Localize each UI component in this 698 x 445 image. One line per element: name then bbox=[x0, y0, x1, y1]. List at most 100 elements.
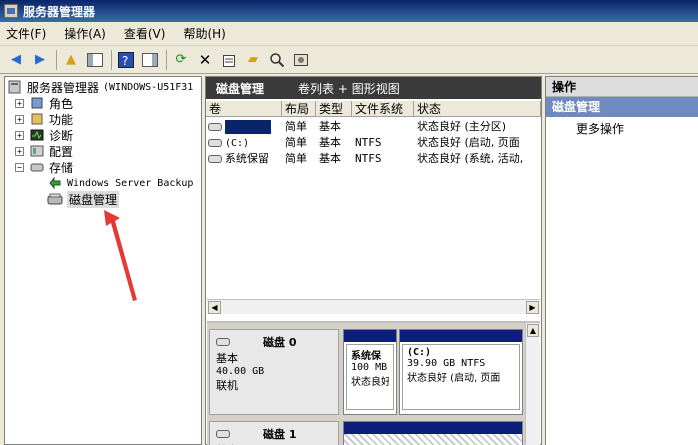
actions-header: 操作 bbox=[546, 77, 698, 97]
tree-label-server-manager: 服务器管理器 bbox=[27, 80, 100, 95]
partition-bar bbox=[344, 422, 522, 434]
partition-bar bbox=[344, 330, 396, 342]
partition-size: 100 MB bbox=[351, 362, 388, 373]
tree-item-server-manager[interactable]: 服务器管理器 (WINDOWS-U51F31 bbox=[7, 79, 193, 95]
volume-cell[interactable] bbox=[208, 119, 280, 135]
show-hide-action-pane-icon[interactable] bbox=[140, 50, 160, 70]
server-manager-icon bbox=[4, 4, 18, 18]
column-header-volume[interactable]: 卷 bbox=[206, 101, 282, 117]
tree-label-features: 功能 bbox=[49, 112, 74, 127]
menu-help[interactable]: 帮助(H) bbox=[183, 25, 225, 42]
type-cell: 基本 bbox=[319, 152, 341, 165]
volume-cell[interactable]: 系统保留 bbox=[208, 151, 283, 167]
tree-item-disk-management[interactable]: 磁盘管理 bbox=[47, 190, 120, 208]
scroll-up-icon[interactable]: ▲ bbox=[527, 324, 539, 337]
search-icon[interactable] bbox=[267, 50, 287, 70]
filesystem-cell: NTFS bbox=[355, 152, 382, 165]
menu-view[interactable]: 查看(V) bbox=[124, 25, 166, 42]
expand-icon[interactable]: + bbox=[15, 146, 24, 156]
disk-management-icon bbox=[47, 192, 63, 206]
disk-settings-icon[interactable] bbox=[291, 50, 311, 70]
forward-icon[interactable]: ▶ bbox=[30, 50, 50, 70]
disk-icon bbox=[216, 430, 230, 438]
show-hide-tree-icon[interactable] bbox=[85, 50, 105, 70]
filesystem-cell bbox=[355, 119, 413, 135]
volume-name-selected[interactable] bbox=[225, 120, 271, 134]
column-header-status[interactable]: 状态 bbox=[414, 101, 541, 117]
type-cell: 基本 bbox=[319, 120, 341, 133]
layout-cell: 简单 bbox=[285, 120, 307, 133]
volume-name: 系统保留 bbox=[225, 152, 269, 165]
partition-system-reserved[interactable]: 系统保 100 MB 状态良好 bbox=[343, 329, 397, 415]
scroll-left-icon[interactable]: ◀ bbox=[208, 301, 221, 314]
tree-label-storage: 存储 bbox=[49, 160, 74, 175]
configuration-icon bbox=[29, 144, 45, 158]
volume-icon bbox=[208, 139, 222, 147]
partition-size: 39.90 GB NTFS bbox=[407, 358, 486, 369]
more-actions-link[interactable]: 更多操作 bbox=[546, 117, 698, 141]
server-icon bbox=[7, 80, 23, 94]
volume-icon bbox=[208, 123, 222, 131]
back-icon[interactable]: ◀ bbox=[6, 50, 26, 70]
up-folder-icon[interactable]: ▲ bbox=[61, 50, 81, 70]
partition-name: (C:) bbox=[407, 347, 432, 358]
title-bar: 服务器管理器 bbox=[0, 0, 698, 22]
refresh-icon[interactable]: ⟳ bbox=[171, 50, 191, 70]
layout-cell: 简单 bbox=[285, 136, 307, 149]
delete-icon[interactable]: ✕ bbox=[195, 50, 215, 70]
unallocated-hatch bbox=[344, 434, 522, 445]
tree-label-disk-management: 磁盘管理 bbox=[67, 190, 120, 208]
disk-0-label[interactable]: 磁盘 0 基本 40.00 GB 联机 bbox=[209, 329, 339, 415]
expand-icon[interactable]: + bbox=[15, 130, 24, 140]
tree-item-configuration[interactable]: + 配置 bbox=[15, 143, 73, 159]
tree-item-diagnostics[interactable]: + 诊断 bbox=[15, 127, 73, 143]
menu-bar: 文件(F) 操作(A) 查看(V) 帮助(H) bbox=[0, 22, 698, 46]
partition-bar bbox=[400, 330, 522, 342]
partition-disk-1[interactable] bbox=[343, 421, 523, 445]
actions-pane: 操作 磁盘管理 更多操作 bbox=[545, 76, 698, 445]
disk-1-label[interactable]: 磁盘 1 基本 bbox=[209, 421, 339, 445]
help-icon[interactable]: ? bbox=[116, 50, 136, 70]
pane-subtitle: 卷列表 + 图形视图 bbox=[298, 81, 400, 96]
tree-label-roles: 角色 bbox=[49, 96, 74, 111]
partition-c[interactable]: (C:) 39.90 GB NTFS 状态良好 (启动, 页面 bbox=[399, 329, 523, 415]
toolbar-separator bbox=[111, 49, 112, 70]
filesystem-cell: NTFS bbox=[355, 136, 382, 149]
volume-cell[interactable]: (C:) bbox=[208, 135, 280, 151]
menu-action[interactable]: 操作(A) bbox=[64, 25, 106, 42]
expand-icon[interactable]: + bbox=[15, 98, 24, 108]
scroll-right-icon[interactable]: ▶ bbox=[526, 301, 539, 314]
tree-label-host: (WINDOWS-U51F31 bbox=[103, 81, 194, 93]
volume-name: (C:) bbox=[225, 138, 250, 149]
tree-item-features[interactable]: + 功能 bbox=[15, 111, 73, 127]
status-cell: 状态良好 (启动, 页面 bbox=[417, 136, 520, 149]
expand-icon[interactable]: + bbox=[15, 114, 24, 124]
properties-icon[interactable] bbox=[219, 50, 239, 70]
actions-section-disk-management[interactable]: 磁盘管理 bbox=[546, 97, 698, 117]
graphical-view: 磁盘 0 基本 40.00 GB 联机 系统保 100 MB 状态良好 (C:)… bbox=[207, 321, 540, 445]
tree-item-windows-server-backup[interactable]: Windows Server Backup bbox=[47, 175, 193, 191]
features-icon bbox=[29, 112, 45, 126]
open-folder-icon[interactable]: ▰ bbox=[243, 50, 263, 70]
column-header-type[interactable]: 类型 bbox=[316, 101, 352, 117]
disk-0-size: 40.00 GB bbox=[216, 366, 265, 377]
tree-item-storage[interactable]: − 存储 bbox=[15, 159, 73, 175]
storage-icon bbox=[29, 160, 45, 174]
volume-icon bbox=[208, 155, 222, 163]
disk-0-type: 基本 bbox=[216, 352, 238, 365]
toolbar-separator bbox=[56, 49, 57, 70]
tree-label-windows-server-backup: Windows Server Backup bbox=[67, 177, 194, 189]
column-header-filesystem[interactable]: 文件系统 bbox=[352, 101, 414, 117]
collapse-icon[interactable]: − bbox=[15, 162, 24, 172]
column-header-layout[interactable]: 布局 bbox=[282, 101, 316, 117]
partition-status: 状态良好 (启动, 页面 bbox=[407, 373, 501, 384]
tree-label-configuration: 配置 bbox=[49, 144, 74, 159]
disk-0-name: 磁盘 0 bbox=[263, 336, 297, 349]
horizontal-scrollbar[interactable]: ◀ ▶ bbox=[207, 299, 540, 314]
window-title: 服务器管理器 bbox=[23, 4, 96, 19]
disk-icon bbox=[216, 338, 230, 346]
vertical-scrollbar[interactable]: ▲ bbox=[525, 323, 540, 445]
tree-item-roles[interactable]: + 角色 bbox=[15, 95, 73, 111]
menu-file[interactable]: 文件(F) bbox=[6, 25, 46, 42]
status-cell: 状态良好 (系统, 活动, bbox=[417, 152, 524, 165]
